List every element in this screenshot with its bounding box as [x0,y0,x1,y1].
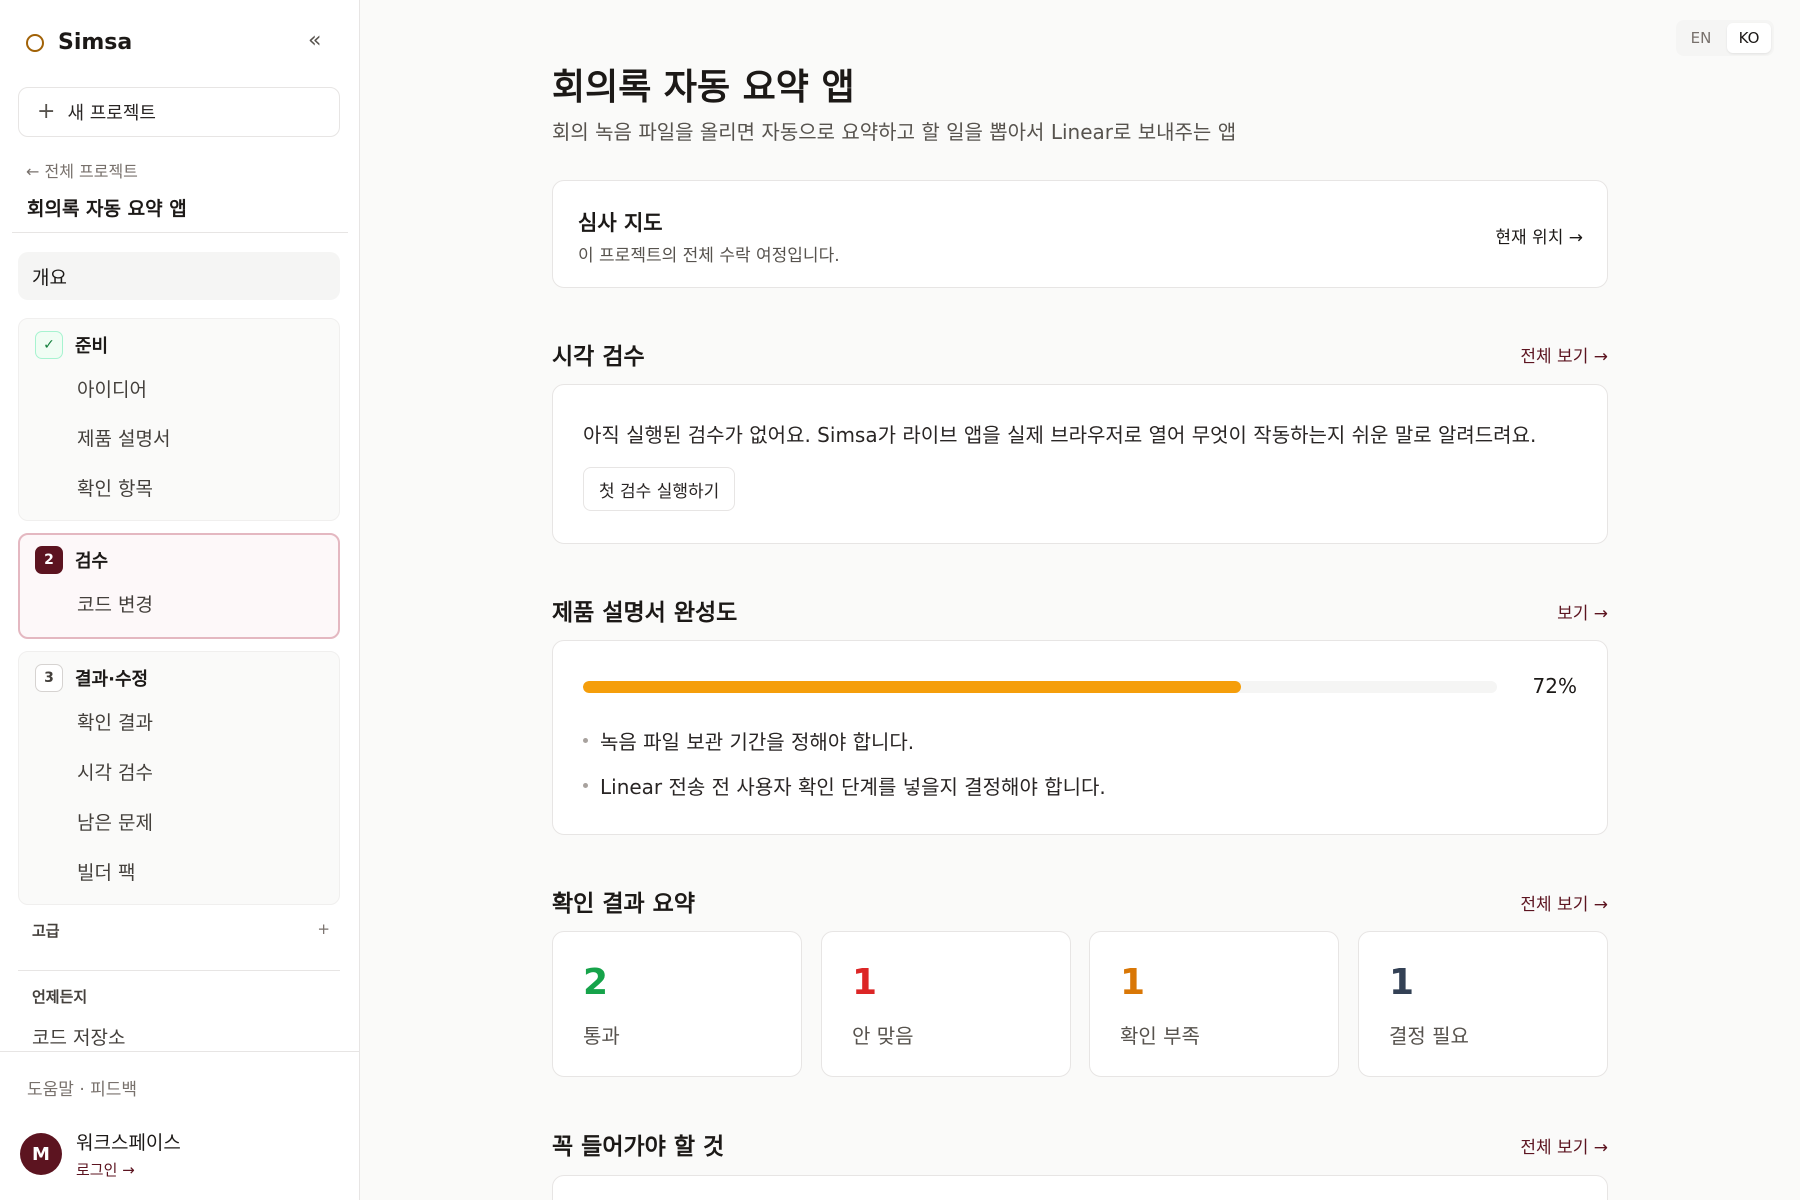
check-icon: ✓ [35,331,63,359]
step-group-header[interactable]: ✓ 준비 [35,331,108,359]
lang-ko-button[interactable]: KO [1727,23,1771,53]
login-link[interactable]: 로그인 → [76,1159,181,1180]
avatar: M [20,1133,62,1175]
run-first-review-button[interactable]: 첫 검수 실행하기 [583,467,736,511]
new-project-label: 새 프로젝트 [67,103,156,124]
must-have-card [552,1175,1608,1200]
advanced-section-toggle[interactable]: 고급 + [32,920,330,941]
must-have-view-all-link[interactable]: 전체 보기 → [1520,1133,1608,1158]
step-group-review: 2 검수 코드 변경 [18,533,340,639]
step-number-badge: 3 [35,664,63,692]
step-group-header[interactable]: 3 결과·수정 [35,664,148,692]
sidebar-divider [12,232,348,233]
list-item: 녹음 파일 보관 기간을 정해야 합니다. [583,726,914,755]
expand-plus-icon[interactable]: + [317,920,330,941]
spec-completeness-title: 제품 설명서 완성도 [552,600,738,626]
stat-value: 2 [583,962,609,1003]
stat-label: 확인 부족 [1120,1024,1200,1048]
step-group-title: 준비 [75,336,109,357]
spec-gap-text: 녹음 파일 보관 기간을 정해야 합니다. [600,730,915,754]
sidebar-item-product-spec[interactable]: 제품 설명서 [77,424,170,451]
spec-view-link[interactable]: 보기 → [1557,599,1608,624]
stat-value: 1 [1389,962,1415,1003]
step-number-badge: 2 [35,546,63,574]
visual-review-empty-text: 아직 실행된 검수가 없어요. Simsa가 라이브 앱을 실제 브라우저로 열… [583,423,1537,447]
anytime-section-title: 언제든지 [32,988,88,1006]
help-feedback-link[interactable]: 도움말 · 피드백 [27,1075,137,1100]
sidebar-item-idea[interactable]: 아이디어 [77,375,147,402]
workspace-user[interactable]: M 워크스페이스 로그인 → [20,1128,181,1180]
sidebar-item-check-results[interactable]: 확인 결과 [77,708,153,735]
page-title: 회의록 자동 요약 앱 [552,67,855,108]
all-projects-link[interactable]: ← 전체 프로젝트 [26,158,138,182]
lang-en-button[interactable]: EN [1679,23,1723,53]
must-have-title: 꼭 들어가야 할 것 [552,1134,725,1160]
sidebar: Simsa « + 새 프로젝트 ← 전체 프로젝트 회의록 자동 요약 앱 개… [0,0,360,1200]
bullet-dot-icon [583,783,588,788]
list-item: Linear 전송 전 사용자 확인 단계를 넣을지 결정해야 합니다. [583,771,1106,800]
visual-review-title: 시각 검수 [552,344,645,370]
stat-card-insufficient[interactable]: 1 확인 부족 [1089,931,1339,1077]
step-group-results: 3 결과·수정 확인 결과 시각 검수 남은 문제 빌더 팩 [18,651,340,905]
advanced-label: 고급 [32,922,60,940]
sidebar-divider [0,1051,360,1052]
spec-progress-percent: 72% [1532,674,1577,698]
review-map-title: 심사 지도 [578,211,663,235]
check-results-title: 확인 결과 요약 [552,891,695,917]
review-map-card: 심사 지도 이 프로젝트의 전체 수락 여정입니다. 현재 위치 → [552,180,1608,288]
stat-value: 1 [1120,962,1146,1003]
brand[interactable]: Simsa [26,30,132,55]
check-results-view-all-link[interactable]: 전체 보기 → [1520,890,1608,915]
review-map-description: 이 프로젝트의 전체 수락 여정입니다. [578,246,840,266]
spec-gap-text: Linear 전송 전 사용자 확인 단계를 넣을지 결정해야 합니다. [600,775,1106,799]
brand-name: Simsa [58,30,133,55]
current-position-link[interactable]: 현재 위치 → [1495,223,1583,248]
brand-logo-icon [26,33,44,52]
step-group-prepare: ✓ 준비 아이디어 제품 설명서 확인 항목 [18,318,340,521]
bullet-dot-icon [583,738,588,743]
spec-progress-fill [583,681,1242,693]
stat-card-pass[interactable]: 2 통과 [552,931,802,1077]
stat-label: 결정 필요 [1389,1024,1469,1048]
current-project-name: 회의록 자동 요약 앱 [27,198,187,220]
spec-progress-bar [583,681,1497,693]
step-group-header[interactable]: 2 검수 [35,546,108,574]
stat-value: 1 [852,962,878,1003]
sidebar-divider [18,970,340,971]
collapse-sidebar-icon[interactable]: « [308,30,321,52]
plus-icon: + [37,99,56,124]
stat-card-decision[interactable]: 1 결정 필요 [1358,931,1608,1077]
sidebar-item-code-repo[interactable]: 코드 저장소 [32,1023,125,1050]
workspace-name: 워크스페이스 [76,1132,181,1154]
new-project-button[interactable]: + 새 프로젝트 [18,87,340,137]
visual-review-card: 아직 실행된 검수가 없어요. Simsa가 라이브 앱을 실제 브라우저로 열… [552,384,1608,544]
step-group-title: 검수 [75,551,109,572]
stat-label: 통과 [583,1024,620,1048]
stat-card-mismatch[interactable]: 1 안 맞음 [821,931,1071,1077]
sidebar-item-overview[interactable]: 개요 [18,252,340,300]
step-group-title: 결과·수정 [75,669,149,690]
sidebar-item-code-changes[interactable]: 코드 변경 [77,590,153,617]
sidebar-item-checklist[interactable]: 확인 항목 [77,474,153,501]
sidebar-item-remaining-issues[interactable]: 남은 문제 [77,808,153,835]
visual-review-view-all-link[interactable]: 전체 보기 → [1520,342,1608,367]
page-subtitle: 회의 녹음 파일을 올리면 자동으로 요약하고 할 일을 뽑아서 Linear로… [552,120,1237,144]
spec-completeness-card: 72% 녹음 파일 보관 기간을 정해야 합니다. Linear 전송 전 사용… [552,640,1608,835]
stat-label: 안 맞음 [852,1024,914,1048]
sidebar-item-builder-pack[interactable]: 빌더 팩 [77,858,135,885]
language-toggle: EN KO [1676,20,1774,56]
sidebar-item-visual-review[interactable]: 시각 검수 [77,758,153,785]
